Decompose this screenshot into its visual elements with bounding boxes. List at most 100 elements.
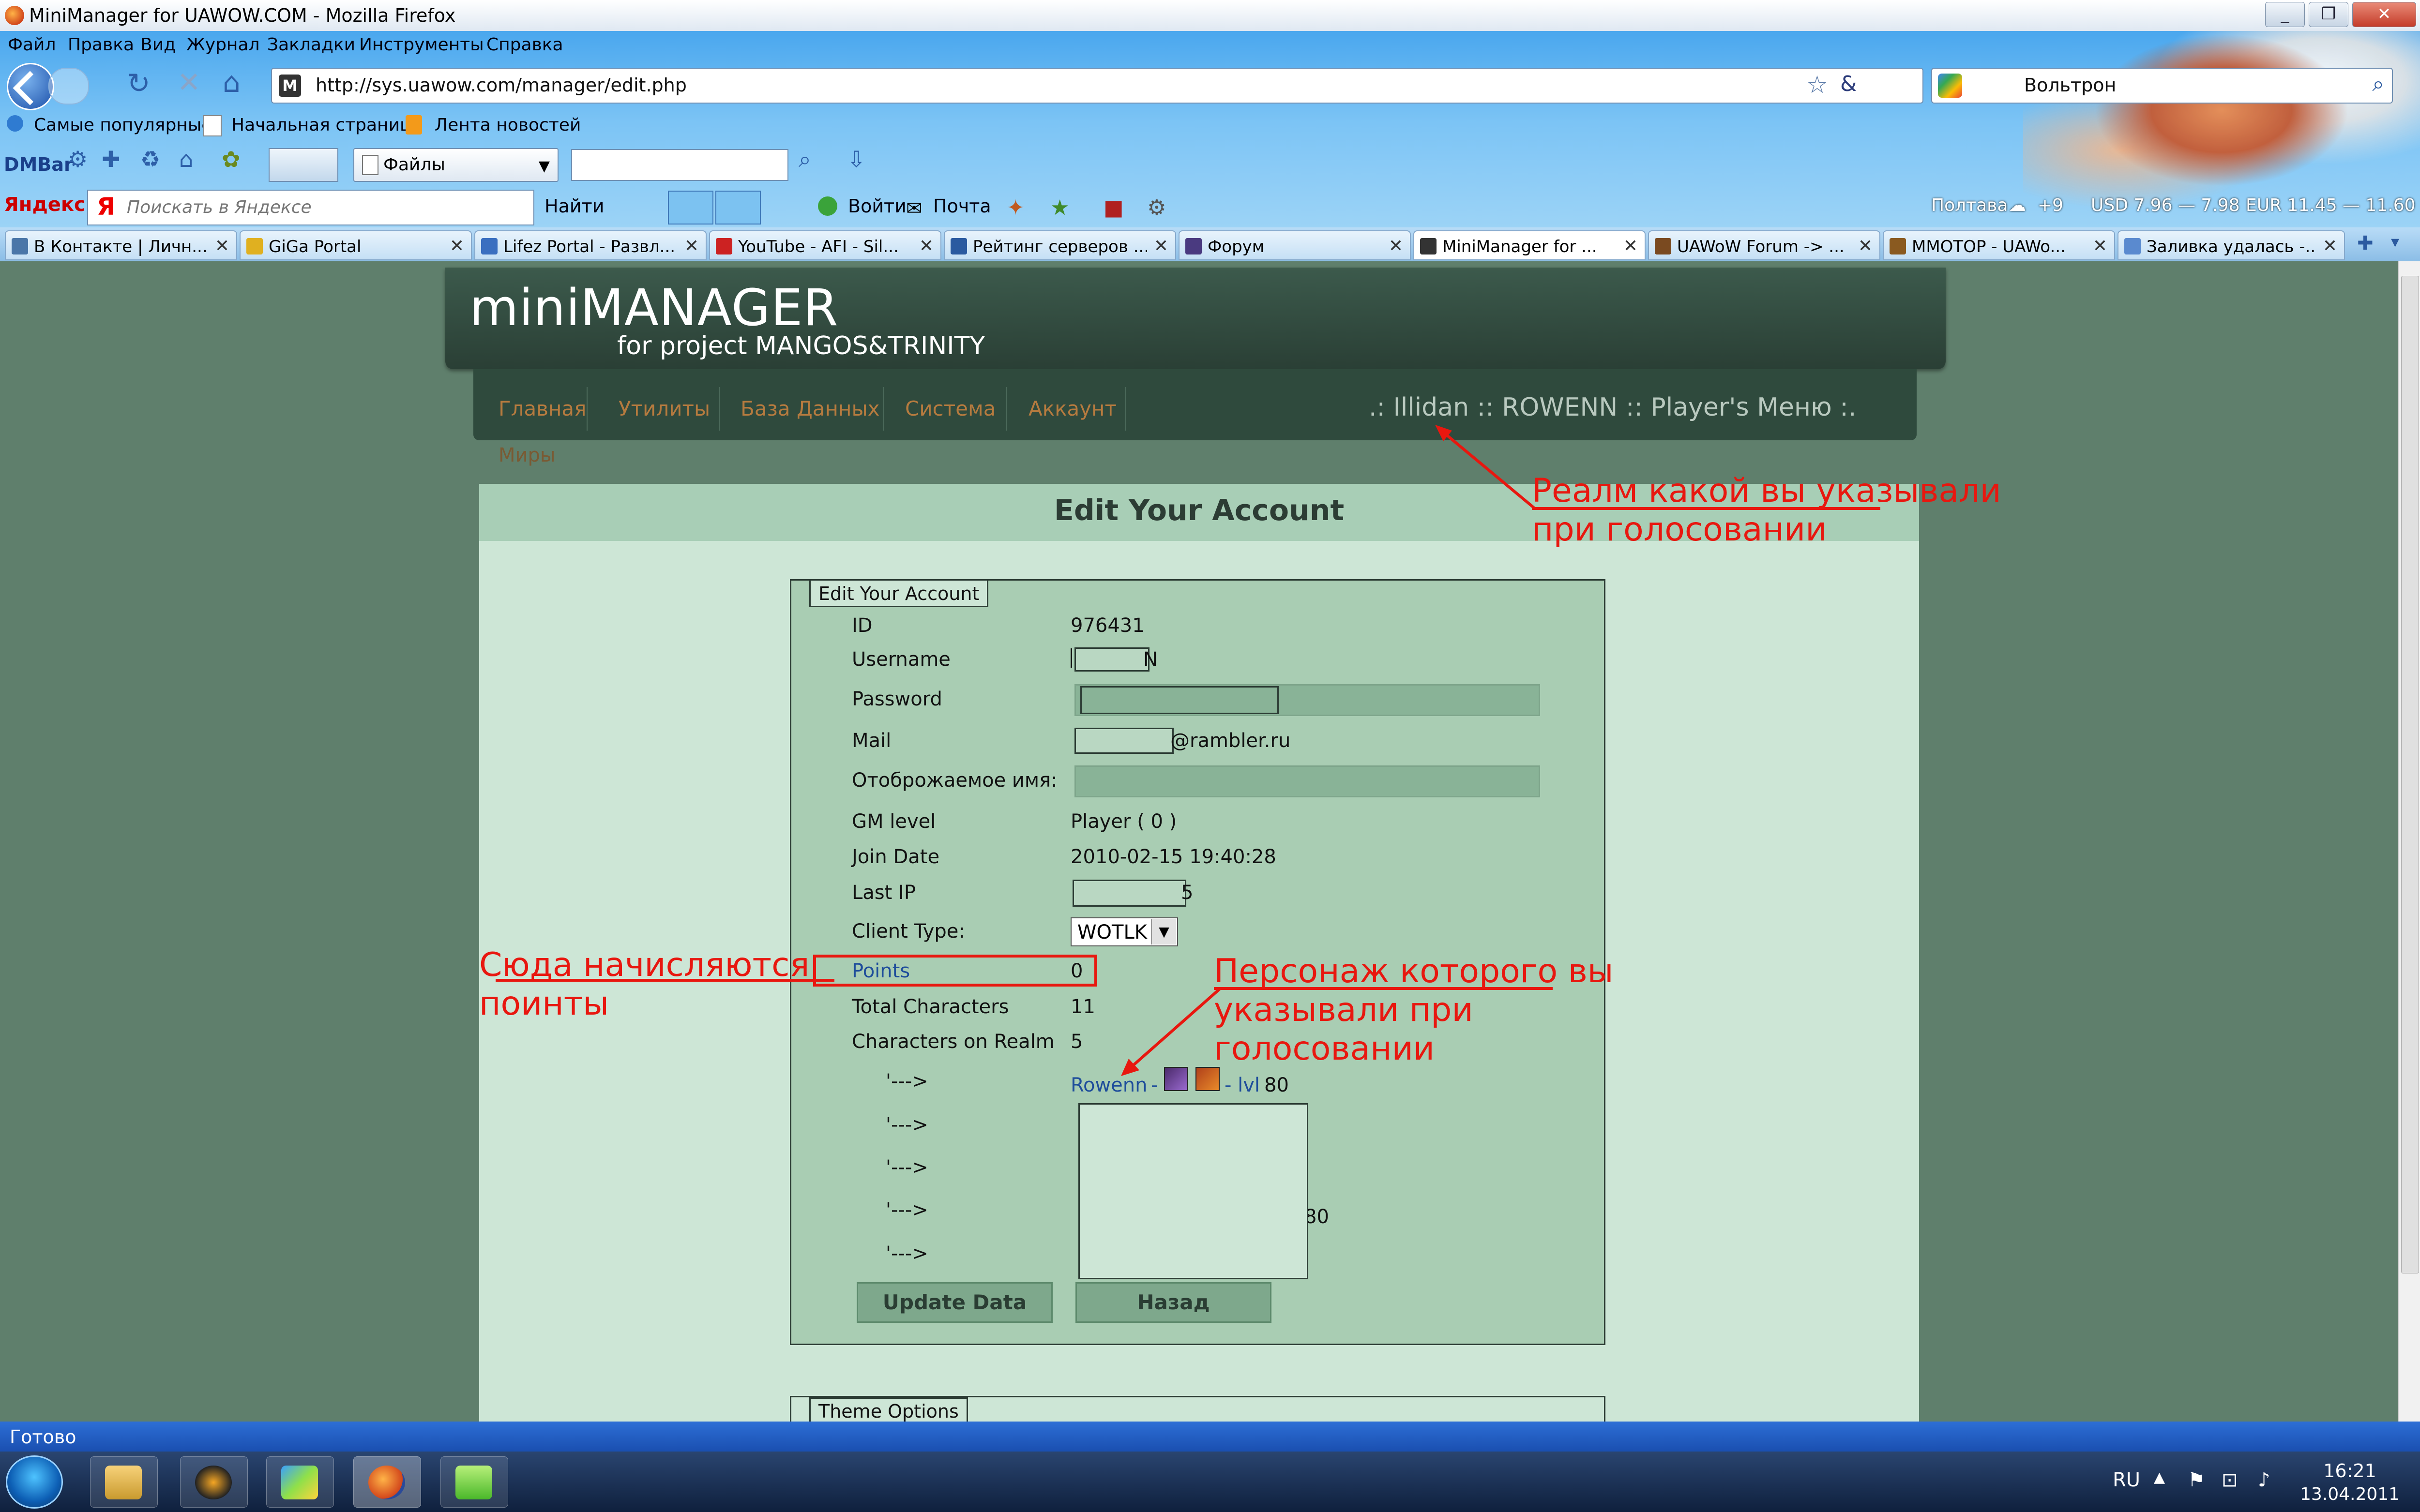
web-search-box[interactable]: Вольтрон ⌕ <box>1931 68 2393 104</box>
close-tab-icon[interactable]: ✕ <box>2093 236 2107 256</box>
menu-tools[interactable]: Инструменты <box>359 35 484 55</box>
nav-realms[interactable]: Миры <box>499 444 555 466</box>
spellcheck-button[interactable] <box>668 191 713 225</box>
highlight-button[interactable] <box>715 191 761 225</box>
bookmarks-icon[interactable]: ★ <box>1050 195 1069 220</box>
language-indicator[interactable]: RU <box>2113 1469 2140 1491</box>
dmbar-files-dropdown[interactable]: Файлы ▼ <box>353 148 559 182</box>
tab-forum[interactable]: Форум ✕ <box>1179 230 1411 260</box>
dmbar-add-icon[interactable]: ✚ <box>102 146 121 172</box>
taskbar-aimp[interactable] <box>180 1456 248 1508</box>
translate-icon[interactable]: & <box>1840 72 1857 96</box>
flag-icon[interactable]: ⚑ <box>2188 1469 2205 1491</box>
home-icon[interactable]: ⌂ <box>223 66 241 99</box>
dmbar-hand-button[interactable] <box>269 148 338 182</box>
yandex-find-button[interactable]: Найти <box>544 195 604 217</box>
close-tab-icon[interactable]: ✕ <box>450 236 464 256</box>
close-tab-icon[interactable]: ✕ <box>919 236 934 256</box>
network-icon[interactable]: ⊡ <box>2222 1469 2238 1491</box>
bookmark-news-feed[interactable]: Лента новостей <box>435 115 581 135</box>
maximize-button[interactable]: ❐ <box>2309 2 2348 27</box>
eur-rate[interactable]: EUR 11.45 — 11.60 <box>2246 195 2416 215</box>
tab-mmotop[interactable]: MMOTOP - UAWo... ✕ <box>1883 230 2115 260</box>
close-tab-icon[interactable]: ✕ <box>1858 236 1873 256</box>
tab-lifez-portal[interactable]: Lifez Portal - Развл... ✕ <box>474 230 707 260</box>
vertical-scrollbar[interactable] <box>2398 261 2420 1422</box>
yandex-mail-button[interactable]: Почта <box>933 195 991 217</box>
weather-city[interactable]: Полтава <box>1931 195 2008 215</box>
market-icon[interactable]: ✦ <box>1007 195 1025 220</box>
clock-time[interactable]: 16:21 <box>2314 1460 2386 1482</box>
back-button[interactable] <box>7 63 54 110</box>
close-tab-icon[interactable]: ✕ <box>1623 236 1638 256</box>
close-tab-icon[interactable]: ✕ <box>1389 236 1403 256</box>
dmbar-plugin-icon[interactable]: ✿ <box>222 146 241 172</box>
close-tab-icon[interactable]: ✕ <box>2323 236 2337 256</box>
tab-list-icon[interactable]: ▾ <box>2391 232 2399 252</box>
nav-account[interactable]: Аккаунт <box>1028 397 1117 420</box>
nav-utilities[interactable]: Утилиты <box>619 397 710 420</box>
weather-temp[interactable]: +9 <box>2038 195 2063 215</box>
tab-uawow-forum[interactable]: UAWoW Forum -> ... ✕ <box>1648 230 1880 260</box>
clock-date[interactable]: 13.04.2011 <box>2299 1484 2401 1504</box>
menu-history[interactable]: Журнал <box>186 35 260 55</box>
dmbar-search-input[interactable] <box>571 149 788 181</box>
folder-icon <box>105 1466 142 1499</box>
google-engine-icon[interactable] <box>1938 74 1962 98</box>
tray-expand-icon[interactable]: ▲ <box>2154 1469 2165 1486</box>
forward-button[interactable] <box>48 68 89 105</box>
tab-vkontakte[interactable]: В Контакте | Личн... ✕ <box>5 230 237 260</box>
dmbar-search-icon[interactable]: ⌕ <box>799 146 811 173</box>
tab-minimanager[interactable]: MiniManager for ... ✕ <box>1413 230 1646 260</box>
nav-system[interactable]: Система <box>905 397 996 420</box>
dmbar-tool-icon[interactable]: ⚙ <box>68 146 88 172</box>
display-name-input[interactable] <box>1074 765 1540 797</box>
stop-icon[interactable]: ✕ <box>177 66 201 99</box>
scrollbar-thumb[interactable] <box>2401 276 2419 1273</box>
minimize-button[interactable]: _ <box>2265 2 2305 27</box>
character-level-link[interactable]: - lvl <box>1225 1074 1260 1096</box>
dmbar-home-icon[interactable]: ⌂ <box>179 146 193 172</box>
tab-upload-success[interactable]: Заливка удалась -... ✕ <box>2118 230 2345 260</box>
close-tab-icon[interactable]: ✕ <box>684 236 699 256</box>
back-button-page[interactable]: Назад <box>1075 1282 1271 1323</box>
bookmark-start-page[interactable]: Начальная страница <box>231 115 423 135</box>
tab-server-rating[interactable]: Рейтинг серверов ... ✕ <box>944 230 1176 260</box>
tab-giga-portal[interactable]: GiGa Portal ✕ <box>240 230 472 260</box>
realm-player-menu[interactable]: .: Illidan :: ROWENN :: Player's Меню :. <box>1369 393 1856 422</box>
tab-youtube[interactable]: YouTube - AFI - Sil... ✕ <box>709 230 941 260</box>
close-tab-icon[interactable]: ✕ <box>215 236 229 256</box>
dmbar-refresh-icon[interactable]: ♻ <box>140 146 160 172</box>
menu-bookmarks[interactable]: Закладки <box>267 35 355 55</box>
start-button[interactable] <box>6 1455 63 1509</box>
menu-edit[interactable]: Правка <box>68 35 134 55</box>
menu-file[interactable]: Файл <box>8 35 56 55</box>
nav-home[interactable]: Главная <box>499 397 586 420</box>
bookmark-popular[interactable]: Самые популярные <box>34 115 212 135</box>
giga-favicon-icon <box>246 238 263 254</box>
taskbar-icq[interactable] <box>440 1456 508 1508</box>
yandex-search-input[interactable]: Я Поискать в Яндексе <box>87 190 534 225</box>
menu-view[interactable]: Вид <box>140 35 176 55</box>
update-data-button[interactable]: Update Data <box>857 1282 1053 1323</box>
search-icon[interactable]: ⌕ <box>2372 72 2384 96</box>
yandex-logo[interactable]: Яндекс <box>4 194 86 216</box>
dmbar-extra-icon[interactable]: ⇩ <box>847 146 866 172</box>
client-type-select[interactable]: WOTLK ▼ <box>1071 917 1178 946</box>
menu-help[interactable]: Справка <box>486 35 563 55</box>
taskbar-firefox[interactable] <box>353 1456 421 1508</box>
usd-rate[interactable]: USD 7.96 — 7.98 <box>2091 195 2240 215</box>
yandex-bar-icon[interactable]: ■ <box>1104 195 1124 220</box>
close-window-button[interactable]: ✕ <box>2352 2 2416 27</box>
volume-icon[interactable]: ♪ <box>2258 1469 2270 1491</box>
url-bar[interactable]: M http://sys.uawow.com/manager/edit.php … <box>271 68 1923 104</box>
yandex-login-button[interactable]: Войти <box>848 195 907 217</box>
star-bookmark-icon[interactable]: ☆ <box>1806 71 1828 99</box>
taskbar-explorer[interactable] <box>90 1456 158 1508</box>
settings-gear-icon[interactable]: ⚙ <box>1147 195 1166 220</box>
reload-icon[interactable]: ↻ <box>127 67 151 100</box>
close-tab-icon[interactable]: ✕ <box>1154 236 1168 256</box>
taskbar-msn[interactable] <box>266 1456 334 1508</box>
new-tab-icon[interactable]: ✚ <box>2357 232 2374 254</box>
nav-database[interactable]: База Данных <box>741 397 879 420</box>
